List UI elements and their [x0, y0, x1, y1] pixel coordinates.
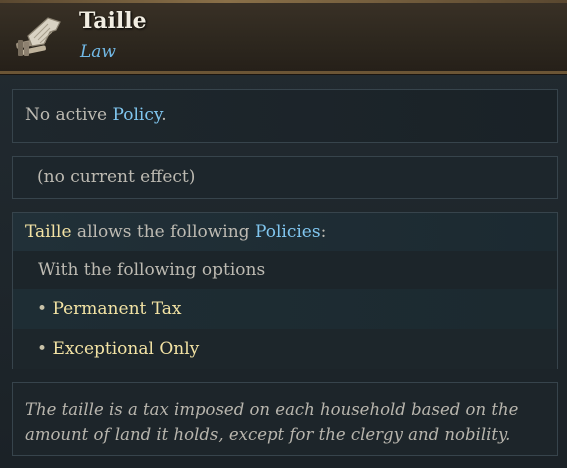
- active-policy-text: No active Policy.: [25, 105, 167, 125]
- law-name-highlight: Taille: [25, 222, 72, 242]
- law-tooltip: Taille Law No active Policy. (no current…: [0, 0, 567, 468]
- bullet-icon: •: [37, 339, 48, 359]
- allowed-policies-panel: Taille allows the following Policies: Wi…: [12, 212, 558, 369]
- policy-link[interactable]: Policy: [113, 105, 162, 125]
- active-policy-suffix: .: [161, 105, 167, 125]
- allowed-policies-header-row: Taille allows the following Policies:: [13, 213, 557, 251]
- law-title: Taille: [79, 8, 147, 34]
- allowed-colon: :: [320, 222, 327, 242]
- policies-link[interactable]: Policies: [255, 222, 321, 242]
- option-row-exceptional-only[interactable]: • Exceptional Only: [13, 329, 557, 369]
- option-permanent-tax[interactable]: Permanent Tax: [52, 299, 181, 319]
- description-line-1: The taille is a tax imposed on each hous…: [25, 400, 519, 419]
- description-line-2: amount of land it holds, except for the …: [25, 425, 511, 444]
- active-policy-panel: No active Policy.: [12, 89, 558, 143]
- allowed-middle-text: allows the following: [71, 222, 255, 242]
- option-item: • Exceptional Only: [37, 339, 199, 359]
- law-scroll-icon: [16, 17, 61, 56]
- option-row-permanent-tax[interactable]: • Permanent Tax: [13, 289, 557, 329]
- options-label: With the following options: [38, 260, 266, 280]
- law-subtitle: Law: [80, 42, 116, 62]
- option-item: • Permanent Tax: [37, 299, 182, 319]
- current-effect-panel: (no current effect): [12, 156, 558, 199]
- description-panel: The taille is a tax imposed on each hous…: [12, 382, 558, 456]
- option-exceptional-only[interactable]: Exceptional Only: [52, 339, 199, 359]
- current-effect-text: (no current effect): [37, 167, 196, 187]
- bullet-icon: •: [37, 299, 48, 319]
- allowed-policies-heading: Taille allows the following Policies:: [25, 222, 326, 242]
- options-label-row: With the following options: [13, 251, 557, 289]
- active-policy-prefix: No active: [25, 105, 113, 125]
- tooltip-header: Taille Law: [0, 0, 567, 74]
